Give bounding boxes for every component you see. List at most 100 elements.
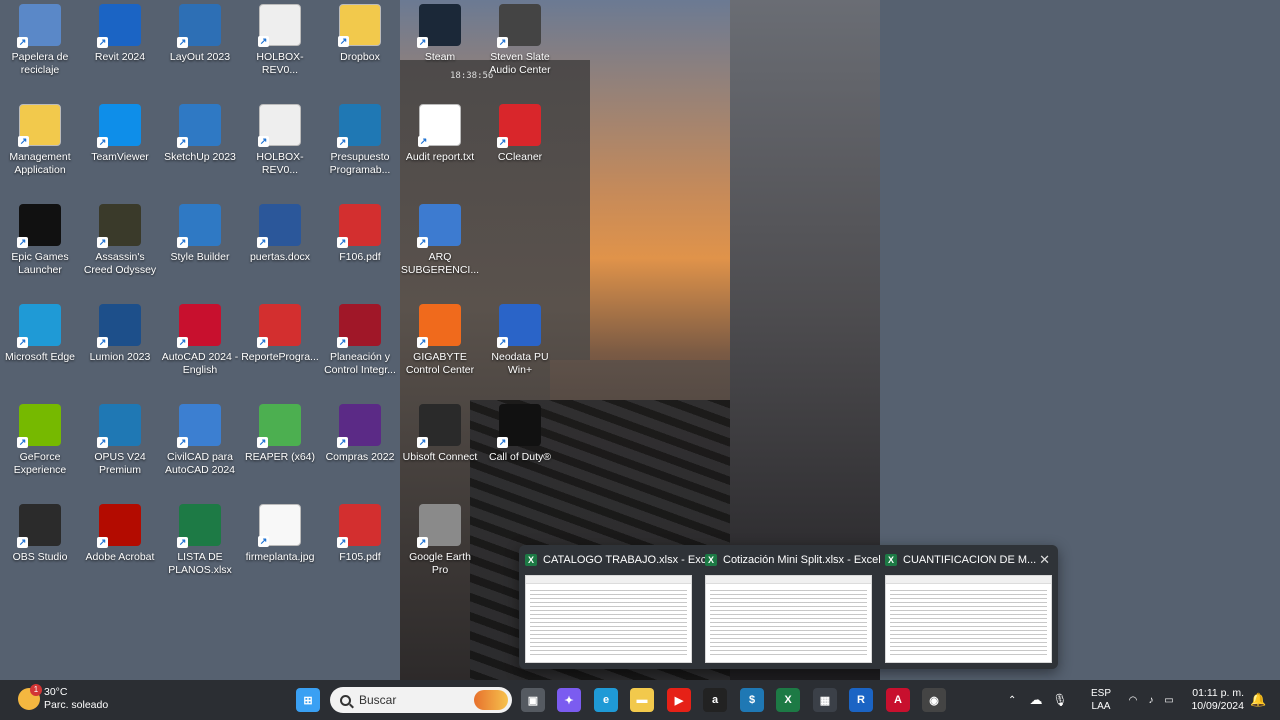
weather-description: Parc. soleado xyxy=(44,699,109,711)
desktop-icon-label: REAPER (x64) xyxy=(244,451,316,463)
desktop-icon[interactable]: ↗ firmeplanta.jpg xyxy=(240,500,320,596)
excel-window-thumbnail[interactable]: X Cotización Mini Split.xlsx - Excel xyxy=(699,545,881,669)
reaper-icon: ↗ xyxy=(257,404,301,448)
notification-bell-icon[interactable]: 🔔 xyxy=(1250,692,1266,708)
calculator-icon[interactable]: ▦ xyxy=(813,688,837,712)
desktop-icon[interactable]: ↗ Dropbox xyxy=(320,0,400,96)
desktop-icon[interactable]: ↗ Microsoft Edge xyxy=(0,300,80,396)
desktop-icon[interactable]: ↗ F105.pdf xyxy=(320,500,400,596)
excel-icon: X xyxy=(885,554,897,566)
desktop-icon[interactable]: ↗ REAPER (x64) xyxy=(240,400,320,496)
autocad-icon[interactable]: A xyxy=(886,688,910,712)
language-indicator[interactable]: ESP LAA xyxy=(1091,687,1111,713)
desktop-icon-label: Audit report.txt xyxy=(405,151,475,163)
youtube-icon[interactable]: ▶ xyxy=(667,688,691,712)
amazon-icon[interactable]: a xyxy=(703,688,727,712)
search-highlight-icon xyxy=(474,690,508,710)
shortcut-arrow-icon: ↗ xyxy=(97,537,108,548)
desktop-icon[interactable]: ↗ Presupuesto Programab... xyxy=(320,100,400,196)
desktop-icon[interactable]: ↗ Neodata PU Win+ xyxy=(480,300,560,396)
shortcut-arrow-icon: ↗ xyxy=(258,536,269,547)
close-icon[interactable]: ✕ xyxy=(1039,552,1050,568)
status-icons[interactable]: ◠ ♪ ▭ xyxy=(1124,680,1178,720)
desktop-icon-label: OBS Studio xyxy=(12,551,68,563)
file-thumbnail-icon: ↗ xyxy=(258,4,301,47)
desktop-icon[interactable]: ↗ Audit report.txt xyxy=(400,100,480,196)
style-builder-icon: ↗ xyxy=(177,204,221,248)
chevron-up-icon[interactable]: ⌃ xyxy=(1008,695,1022,706)
screen-record-icon[interactable]: ◉ xyxy=(922,688,946,712)
notification-badge: 1 xyxy=(30,684,42,696)
desktop-icon[interactable]: ↗ GIGABYTE Control Center xyxy=(400,300,480,396)
desktop-icon[interactable]: ↗ SketchUp 2023 xyxy=(160,100,240,196)
task-view-icon[interactable]: ▣ xyxy=(521,688,545,712)
pdf-icon: ↗ xyxy=(337,204,381,248)
desktop-icon[interactable]: ↗ Steam xyxy=(400,0,480,96)
desktop-icon-label: Steven Slate Audio Center xyxy=(489,51,551,76)
desktop-icon[interactable]: ↗ ARQ SUBGERENCI... xyxy=(400,200,480,296)
desktop-icon[interactable]: ↗ Papelera de reciclaje xyxy=(0,0,80,96)
search-box[interactable]: Buscar xyxy=(330,687,512,713)
desktop-icon[interactable]: ↗ Steven Slate Audio Center xyxy=(480,0,560,96)
desktop-icon[interactable]: ↗ Ubisoft Connect xyxy=(400,400,480,496)
microphone-icon[interactable]: 🎙 xyxy=(1050,693,1070,707)
desktop-icon[interactable]: ↗ HOLBOX-REV0... xyxy=(240,100,320,196)
desktop-icon-label: Presupuesto Programab... xyxy=(329,151,391,176)
desktop-icon[interactable]: ↗ Call of Duty® xyxy=(480,400,560,496)
desktop-icon[interactable]: ↗ Assassin's Creed Odyssey xyxy=(80,200,160,296)
excel-window-thumbnail[interactable]: X CUANTIFICACION DE M... xyxy=(879,545,1059,669)
excel-icon: X xyxy=(525,554,537,566)
desktop-icon[interactable]: ↗ Google Earth Pro xyxy=(400,500,480,596)
desktop-icon[interactable]: ↗ OPUS V24 Premium xyxy=(80,400,160,496)
desktop-icon[interactable]: ↗ HOLBOX-REV0... xyxy=(240,0,320,96)
clock[interactable]: 01:11 p. m. 10/09/2024 xyxy=(1191,687,1244,713)
dollar-app-icon[interactable]: $ xyxy=(740,688,764,712)
desktop-icon[interactable]: ↗ Planeación y Control Integr... xyxy=(320,300,400,396)
desktop-icon[interactable]: ↗ Style Builder xyxy=(160,200,240,296)
shortcut-arrow-icon: ↗ xyxy=(18,136,29,147)
desktop-icon[interactable]: ↗ Compras 2022 xyxy=(320,400,400,496)
weather-widget[interactable]: 1 30°C Parc. soleado xyxy=(18,684,109,712)
desktop-icon[interactable]: ↗ ReporteProgra... xyxy=(240,300,320,396)
desktop-icon-label: Call of Duty® xyxy=(488,451,551,463)
desktop-icon-label: ReporteProgra... xyxy=(241,351,319,363)
desktop-icon[interactable]: ↗ OBS Studio xyxy=(0,500,80,596)
civilcad-icon: ↗ xyxy=(177,404,221,448)
shortcut-arrow-icon: ↗ xyxy=(17,237,28,248)
thumbnail-title: Cotización Mini Split.xlsx - Excel xyxy=(723,554,881,566)
desktop-icon-label: GeForce Experience xyxy=(13,451,67,476)
desktop-icon[interactable]: ↗ LISTA DE PLANOS.xlsx xyxy=(160,500,240,596)
obs-icon: ↗ xyxy=(17,504,61,548)
desktop-icon[interactable]: ↗ Adobe Acrobat xyxy=(80,500,160,596)
desktop-icon[interactable]: ↗ CivilCAD para AutoCAD 2024 xyxy=(160,400,240,496)
desktop-icon[interactable]: ↗ LayOut 2023 xyxy=(160,0,240,96)
desktop-icon[interactable]: ↗ TeamViewer xyxy=(80,100,160,196)
desktop-icon[interactable]: ↗ Management Application xyxy=(0,100,80,196)
file-explorer-icon[interactable]: ▬ xyxy=(630,688,654,712)
desktop-icon[interactable]: ↗ Epic Games Launcher xyxy=(0,200,80,296)
desktop-icon-label: OPUS V24 Premium xyxy=(94,451,146,476)
excel-icon[interactable]: X xyxy=(776,688,800,712)
shortcut-arrow-icon: ↗ xyxy=(257,337,268,348)
revit-icon[interactable]: R xyxy=(849,688,873,712)
desktop-icon[interactable]: ↗ puertas.docx xyxy=(240,200,320,296)
system-tray: ⌃ ☁ 🎙 xyxy=(1008,680,1070,720)
pdf-icon: ↗ xyxy=(257,304,301,348)
edge-icon[interactable]: e xyxy=(594,688,618,712)
word-icon: ↗ xyxy=(257,204,301,248)
gigabyte-icon: ↗ xyxy=(417,304,461,348)
desktop-icon-label: Neodata PU Win+ xyxy=(491,351,549,376)
shortcut-arrow-icon: ↗ xyxy=(338,36,349,47)
desktop-icon[interactable]: ↗ GeForce Experience xyxy=(0,400,80,496)
windows-start-icon[interactable]: ⊞ xyxy=(296,688,320,712)
copilot-icon[interactable]: ✦ xyxy=(557,688,581,712)
desktop-icon[interactable]: ↗ AutoCAD 2024 - English xyxy=(160,300,240,396)
excel-window-thumbnail[interactable]: X CATALOGO TRABAJO.xlsx - Excel xyxy=(519,545,715,669)
desktop-icon[interactable]: ↗ Revit 2024 xyxy=(80,0,160,96)
desktop-icon-label: Steam xyxy=(424,51,456,63)
desktop-icon[interactable]: ↗ F106.pdf xyxy=(320,200,400,296)
shortcut-arrow-icon: ↗ xyxy=(177,437,188,448)
cloud-icon[interactable]: ☁ xyxy=(1022,692,1050,708)
desktop-icon[interactable]: ↗ Lumion 2023 xyxy=(80,300,160,396)
desktop-icon[interactable]: ↗ CCleaner xyxy=(480,100,560,196)
